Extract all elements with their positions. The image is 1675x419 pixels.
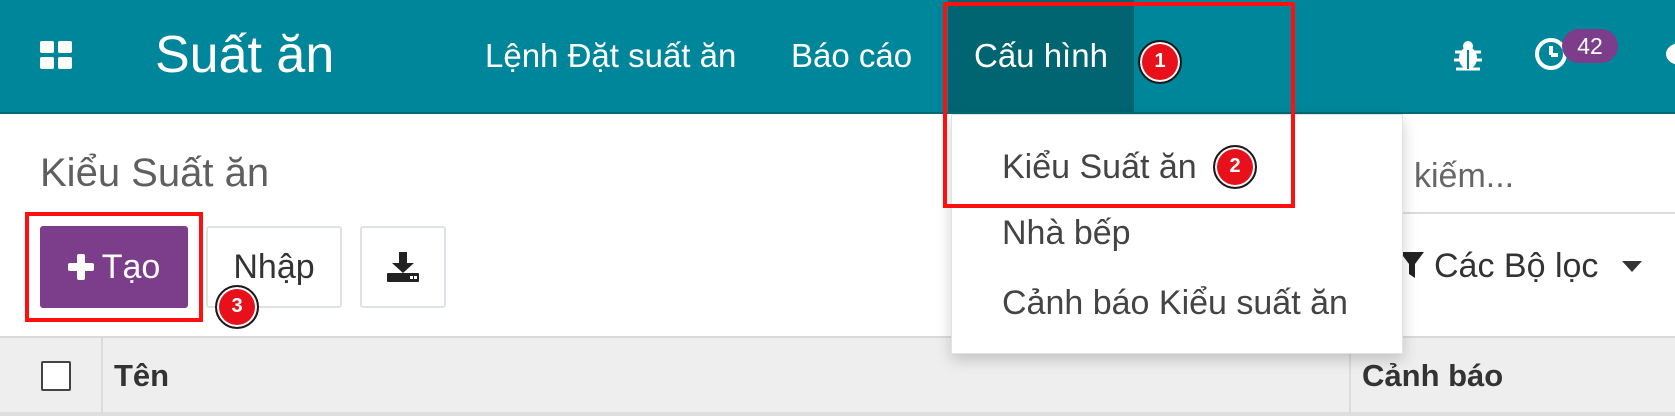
chat-icon[interactable] <box>1662 38 1675 72</box>
activity-count-badge: 42 <box>1562 29 1618 63</box>
download-icon <box>387 252 419 282</box>
menu-reports[interactable]: Báo cáo <box>765 0 938 112</box>
filters-label: Các Bộ lọc <box>1434 246 1599 285</box>
download-button[interactable] <box>360 226 446 308</box>
app-title: Suất ăn <box>155 26 335 84</box>
list-header: Tên Cảnh báo <box>0 336 1675 416</box>
dropdown-item-kitchens[interactable]: Nhà bếp <box>1002 211 1131 255</box>
column-header-name[interactable]: Tên <box>114 338 169 414</box>
breadcrumb: Kiểu Suất ăn <box>40 151 270 195</box>
select-all-checkbox[interactable] <box>41 361 71 391</box>
caret-down-icon <box>1622 260 1643 272</box>
column-separator <box>101 338 103 414</box>
step-marker-2: 2 <box>1213 145 1257 189</box>
top-navbar: Suất ăn Lệnh Đặt suất ăn Báo cáo Cấu hìn… <box>0 0 1675 114</box>
step-marker-1: 1 <box>1138 40 1182 84</box>
bug-icon[interactable] <box>1453 38 1483 72</box>
step-marker-3: 3 <box>215 285 259 329</box>
highlight-box-create <box>25 212 203 322</box>
filter-icon <box>1400 252 1424 278</box>
filters-button[interactable]: Các Bộ lọc <box>1400 241 1643 291</box>
dropdown-item-meal-type-warnings[interactable]: Cảnh báo Kiểu suất ăn <box>1002 281 1348 325</box>
menu-orders[interactable]: Lệnh Đặt suất ăn <box>459 0 762 112</box>
apps-grid-icon[interactable] <box>40 41 74 71</box>
